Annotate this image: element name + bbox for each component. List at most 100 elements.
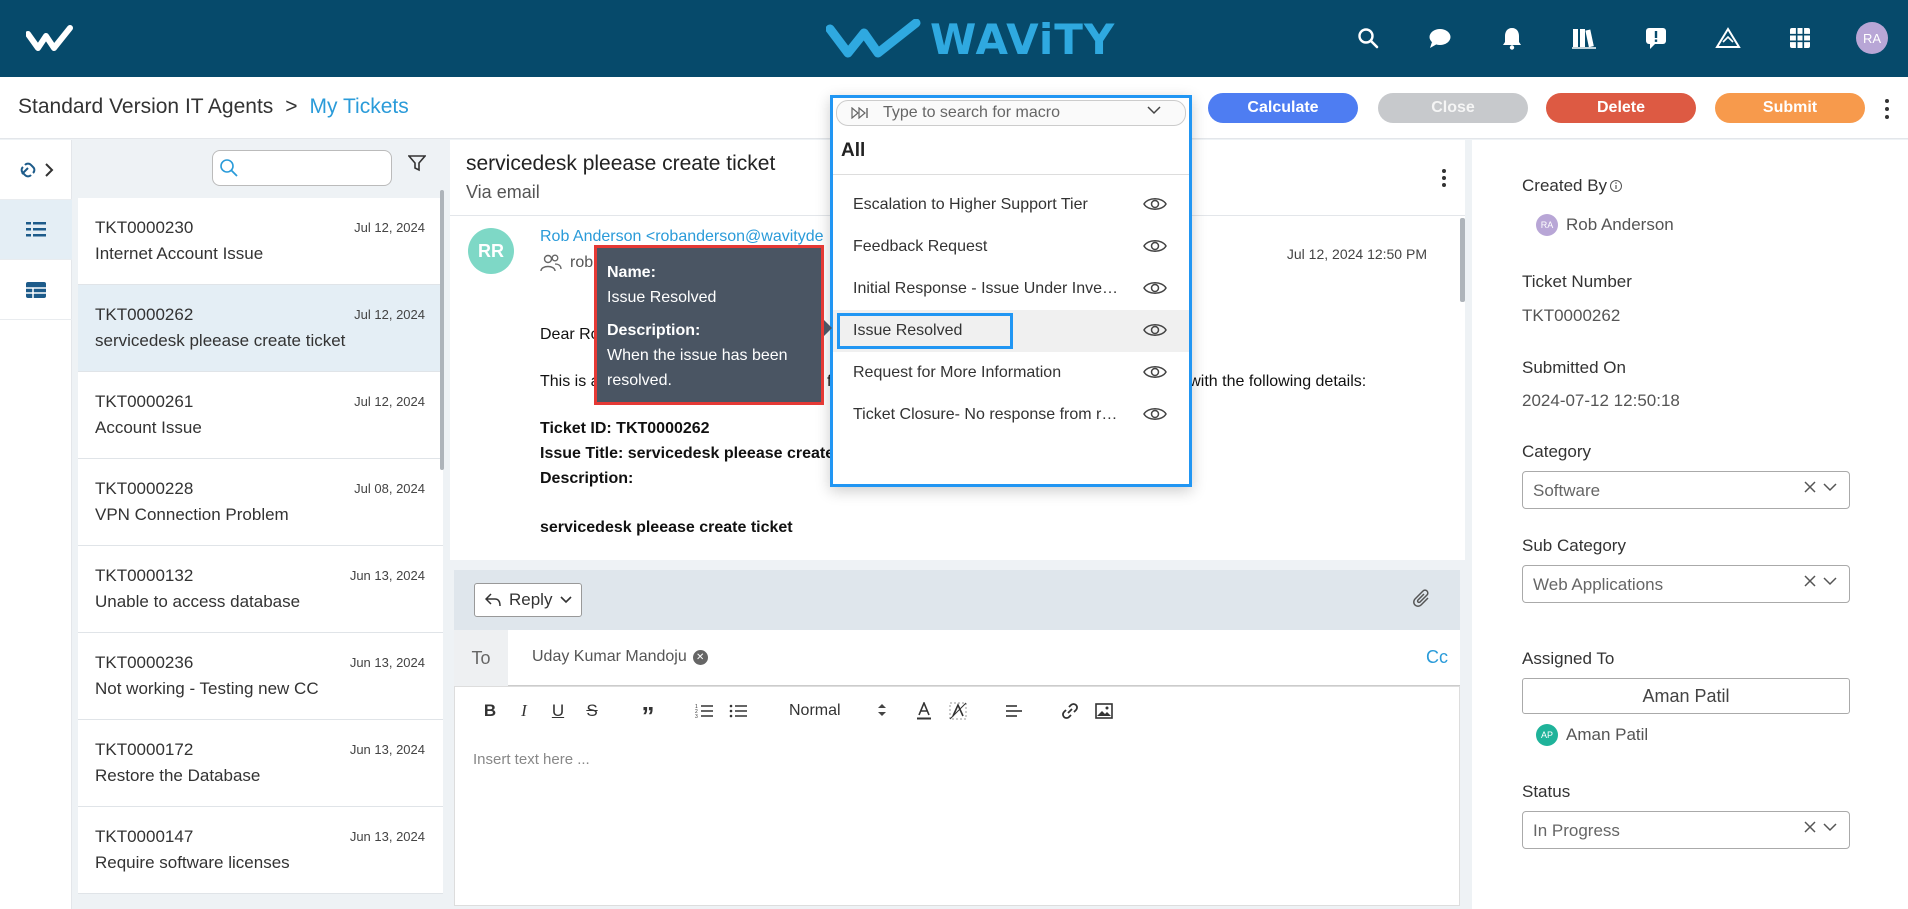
status-select[interactable]: In Progress (1522, 811, 1850, 849)
submit-button[interactable]: Submit (1715, 93, 1865, 123)
preview-eye-icon[interactable] (1143, 322, 1167, 338)
user-avatar[interactable]: RA (1856, 22, 1888, 54)
clear-icon[interactable] (1803, 574, 1817, 588)
alert-triangle-icon[interactable] (1710, 20, 1746, 56)
category-select[interactable]: Software (1522, 471, 1850, 509)
background-color-icon[interactable] (941, 699, 975, 723)
ticket-list-scrollbar[interactable] (440, 190, 444, 470)
calculate-button[interactable]: Calculate (1208, 93, 1358, 123)
breadcrumb-current[interactable]: My Tickets (310, 95, 409, 119)
ticket-item-selected[interactable]: TKT0000262 Jul 12, 2024 servicedesk plee… (78, 285, 443, 372)
underline-icon[interactable]: U (541, 699, 575, 723)
sub-category-value: Web Applications (1533, 575, 1664, 594)
ticket-item[interactable]: TKT0000261 Jul 12, 2024 Account Issue (78, 372, 443, 459)
macro-item-label: Initial Response - Issue Under Investiga… (853, 280, 1125, 297)
tooltip-description: When the issue has been resolved. (607, 347, 788, 389)
apps-grid-icon[interactable] (1782, 20, 1818, 56)
status-label: Status (1522, 782, 1571, 801)
ticket-date: Jun 13, 2024 (349, 742, 425, 757)
ticket-date: Jul 12, 2024 (354, 220, 425, 235)
breadcrumb: Standard Version IT Agents > My Tickets (18, 95, 409, 119)
chat-icon[interactable] (1422, 20, 1458, 56)
created-by-label: Created By (1522, 176, 1623, 196)
recipients-row: rob (540, 254, 593, 272)
ticket-item[interactable]: TKT0000172 Jun 13, 2024 Restore the Data… (78, 720, 443, 807)
ticket-item[interactable]: TKT0000228 Jul 08, 2024 VPN Connection P… (78, 459, 443, 546)
list-view-icon (26, 221, 46, 236)
macro-search-input[interactable]: Type to search for macro (836, 100, 1186, 126)
search-icon[interactable] (1350, 20, 1386, 56)
align-left-icon[interactable] (997, 699, 1031, 723)
chevron-down-icon[interactable] (1823, 822, 1837, 832)
preview-eye-icon[interactable] (1143, 238, 1167, 254)
ticket-title: servicedesk pleease create ticket (95, 331, 346, 350)
info-icon[interactable] (1609, 179, 1623, 193)
tooltip-name: Issue Resolved (607, 289, 717, 306)
assigned-to-button[interactable]: Aman Patil (1522, 678, 1850, 714)
home-logo-icon[interactable] (26, 24, 78, 54)
bold-icon[interactable]: B (473, 699, 507, 723)
macro-item[interactable]: Escalation to Higher Support Tier (833, 184, 1189, 226)
sub-category-select[interactable]: Web Applications (1522, 565, 1850, 603)
close-button[interactable]: Close (1378, 93, 1528, 123)
macro-item[interactable]: Initial Response - Issue Under Investiga… (833, 268, 1189, 310)
preview-eye-icon[interactable] (1143, 196, 1167, 212)
macro-item-highlighted[interactable]: Issue Resolved (833, 310, 1189, 352)
attachment-icon[interactable] (1412, 588, 1432, 610)
rail-list-view[interactable] (0, 200, 72, 260)
preview-eye-icon[interactable] (1143, 364, 1167, 380)
recipients-text: rob (570, 254, 594, 271)
ticket-item[interactable]: TKT0000147 Jun 13, 2024 Require software… (78, 807, 443, 894)
preview-eye-icon[interactable] (1143, 406, 1167, 422)
remove-recipient-icon[interactable]: ✕ (692, 649, 708, 665)
macro-group-all[interactable]: All (841, 140, 865, 162)
bullet-list-icon[interactable] (721, 699, 755, 723)
chevron-down-icon[interactable] (1823, 576, 1837, 586)
email-more-icon[interactable] (1440, 168, 1448, 188)
macro-item[interactable]: Ticket Closure- No response from request… (833, 394, 1189, 436)
ticket-item[interactable]: TKT0000230 Jul 12, 2024 Internet Account… (78, 198, 443, 285)
rail-links[interactable] (0, 140, 72, 200)
macro-item-label: Escalation to Higher Support Tier (853, 196, 1088, 213)
insert-link-icon[interactable] (1053, 699, 1087, 723)
reply-editor[interactable]: B I U S ” 123 Normal Insert text here ..… (454, 686, 1460, 906)
rail-table-view[interactable] (0, 260, 72, 320)
reply-dropdown-button[interactable]: Reply (474, 583, 582, 617)
strikethrough-icon[interactable]: S (575, 699, 609, 723)
italic-icon[interactable]: I (507, 699, 541, 723)
cc-link[interactable]: Cc (1426, 647, 1448, 668)
macro-item[interactable]: Request for More Information (833, 352, 1189, 394)
feedback-icon[interactable] (1638, 20, 1674, 56)
macro-dropdown: Type to search for macro All Escalation … (830, 95, 1192, 487)
ordered-list-icon[interactable]: 123 (687, 699, 721, 723)
blockquote-icon[interactable]: ” (631, 699, 665, 731)
sender-link[interactable]: Rob Anderson <robanderson@wavityde (540, 228, 824, 246)
clear-icon[interactable] (1803, 820, 1817, 834)
ticket-details-panel: Created By RA Rob Anderson Ticket Number… (1472, 140, 1908, 909)
clear-icon[interactable] (1803, 480, 1817, 494)
macro-item[interactable]: Feedback Request (833, 226, 1189, 268)
chevron-down-icon[interactable] (1823, 482, 1837, 492)
ticket-date: Jun 13, 2024 (349, 568, 425, 583)
filter-icon[interactable] (408, 154, 426, 172)
email-scrollbar[interactable] (1460, 218, 1465, 302)
ticket-item[interactable]: TKT0000236 Jun 13, 2024 Not working - Te… (78, 633, 443, 720)
ticket-item[interactable]: TKT0000132 Jun 13, 2024 Unable to access… (78, 546, 443, 633)
ticket-search-input[interactable] (212, 150, 392, 186)
delete-button[interactable]: Delete (1546, 93, 1696, 123)
ticket-date: Jul 12, 2024 (354, 394, 425, 409)
library-icon[interactable] (1566, 20, 1602, 56)
ticket-title: Account Issue (95, 418, 202, 437)
macro-icon (851, 107, 868, 119)
chevron-down-icon[interactable] (1147, 105, 1161, 115)
breadcrumb-root[interactable]: Standard Version IT Agents (18, 95, 273, 119)
ticket-date: Jun 13, 2024 (349, 829, 425, 844)
font-color-icon[interactable] (907, 699, 941, 723)
recipient-chip[interactable]: Uday Kumar Mandoju ✕ (532, 648, 708, 666)
assigned-name: Aman Patil (1566, 725, 1649, 744)
more-options-icon[interactable] (1880, 97, 1894, 121)
bell-icon[interactable] (1494, 20, 1530, 56)
text-format-select[interactable]: Normal (783, 702, 893, 720)
preview-eye-icon[interactable] (1143, 280, 1167, 296)
insert-image-icon[interactable] (1087, 699, 1121, 723)
